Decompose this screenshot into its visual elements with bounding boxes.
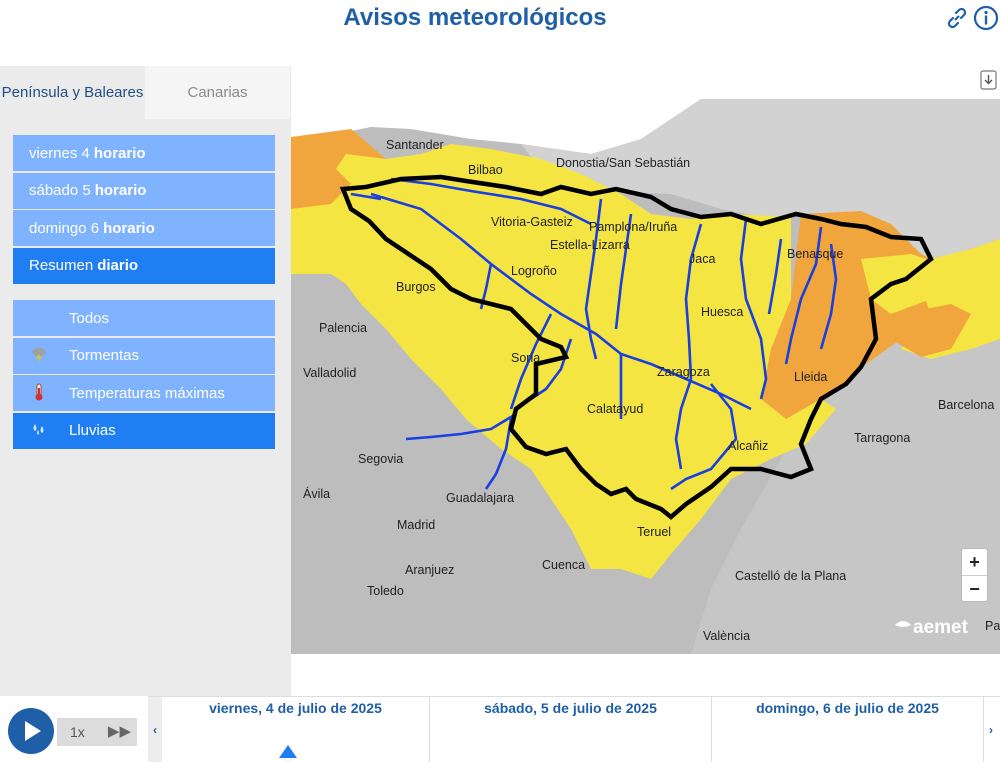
day-strip: ‹ viernes, 4 de julio de 2025 sábado, 5 … <box>148 696 1000 762</box>
city-label: Logroño <box>511 264 557 278</box>
day-menu: viernes 4 horario sábado 5 horario domingo… <box>13 135 275 285</box>
city-label: Soria <box>511 351 540 365</box>
phenomenon-lluvias[interactable]: Lluvias <box>13 412 275 449</box>
play-icon <box>25 721 41 741</box>
phenomenon-label: Todos <box>69 309 110 327</box>
day-item-mode: horario <box>94 182 147 199</box>
storm-icon <box>29 346 49 365</box>
svg-text:aemet: aemet <box>913 617 969 638</box>
chevron-right-icon: › <box>989 722 993 737</box>
city-label: Barcelona <box>938 398 994 412</box>
city-label: Estella-Lizarra <box>550 238 630 252</box>
day-item-label: domingo 6 <box>29 219 100 237</box>
tab-peninsula-baleares[interactable]: Península y Baleares <box>0 66 145 119</box>
timeline-bar: 1x ▶▶ ‹ viernes, 4 de julio de 2025 sába… <box>0 696 1000 762</box>
city-label: Guadalajara <box>446 491 514 505</box>
zoom-control: + − <box>961 548 988 602</box>
warnings-map[interactable]: Santander Bilbao Donostia/San Sebastián … <box>291 99 1000 654</box>
phenomenon-tormentas[interactable]: Tormentas <box>13 337 275 374</box>
phenomenon-todos[interactable]: Todos <box>13 300 275 336</box>
city-label: Tarragona <box>854 431 910 445</box>
tab-canarias[interactable]: Canarias <box>145 66 290 119</box>
timeline-next-button[interactable]: › <box>984 697 998 762</box>
day-item-domingo[interactable]: domingo 6 horario <box>13 210 275 246</box>
city-label: Teruel <box>637 525 671 539</box>
city-label: Pamplona/Iruña <box>589 220 677 234</box>
play-button[interactable] <box>8 708 54 754</box>
city-label: Castelló de la Plana <box>735 569 846 583</box>
city-label: Zaragoza <box>657 365 710 379</box>
city-label: Santander <box>386 138 444 152</box>
region-tabs: Península y Baleares Canarias <box>0 66 291 119</box>
speed-label: 1x <box>70 724 85 740</box>
city-label: Segovia <box>358 452 403 466</box>
day-item-resumen[interactable]: Resumen diario <box>13 247 275 284</box>
current-time-marker[interactable] <box>279 745 297 758</box>
timeline-day-3[interactable]: domingo, 6 de julio de 2025 <box>712 697 984 762</box>
city-label: Pa <box>985 619 1000 633</box>
city-label: Vitoria-Gasteiz <box>491 215 573 229</box>
day-item-label: viernes 4 <box>29 144 90 162</box>
city-label: Lleida <box>794 370 827 384</box>
day-item-mode: horario <box>103 219 155 237</box>
city-label: Valladolid <box>303 366 356 380</box>
city-label: Donostia/San Sebastián <box>556 156 690 170</box>
city-label: Alcañiz <box>728 439 768 453</box>
city-label: Madrid <box>397 518 435 532</box>
phenomenon-menu: Todos Tormentas Temperaturas máximas Llu… <box>13 300 275 450</box>
day-item-mode: diario <box>97 257 139 274</box>
download-icon[interactable] <box>980 70 997 90</box>
city-label: Palencia <box>319 321 367 335</box>
city-label: Jaca <box>689 252 715 266</box>
timeline-day-2[interactable]: sábado, 5 de julio de 2025 <box>430 697 712 762</box>
left-panel: Península y Baleares Canarias viernes 4h… <box>0 66 291 696</box>
city-label: Benasque <box>787 247 843 261</box>
city-label: Huesca <box>701 305 743 319</box>
city-label: València <box>703 629 750 643</box>
timeline-prev-button[interactable]: ‹ <box>148 697 162 762</box>
day-item-viernes[interactable]: viernes 4 horario <box>13 135 275 171</box>
phenomenon-label: Lluvias <box>69 422 116 439</box>
day-item-sabado[interactable]: sábado 5 horario <box>13 172 275 209</box>
fast-forward-icon[interactable]: ▶▶ <box>108 718 131 746</box>
day-item-label: Resumen <box>29 257 94 274</box>
speed-control[interactable]: 1x ▶▶ <box>57 718 137 746</box>
phenomenon-temperaturas[interactable]: Temperaturas máximas <box>13 375 275 411</box>
city-label: Cuenca <box>542 558 585 572</box>
day-item-mode: horario <box>93 144 146 162</box>
city-label: Bilbao <box>468 163 503 177</box>
zoom-in-button[interactable]: + <box>962 549 987 575</box>
phenomenon-label: Tormentas <box>69 347 140 364</box>
info-icon[interactable] <box>973 5 999 31</box>
day-item-label: sábado 5 <box>29 182 91 199</box>
thermometer-icon <box>29 383 49 404</box>
rain-icon <box>29 421 49 440</box>
link-icon[interactable] <box>944 5 970 31</box>
city-label: Toledo <box>367 584 404 598</box>
chevron-left-icon: ‹ <box>153 722 157 737</box>
zoom-out-button[interactable]: − <box>962 576 987 602</box>
city-label: Aranjuez <box>405 563 454 577</box>
city-label: Burgos <box>396 280 436 294</box>
phenomenon-label: Temperaturas máximas <box>69 384 225 402</box>
city-label: Ávila <box>303 486 330 501</box>
page-title: Avisos meteorológicos <box>343 4 607 31</box>
city-label: Calatayud <box>587 402 643 416</box>
